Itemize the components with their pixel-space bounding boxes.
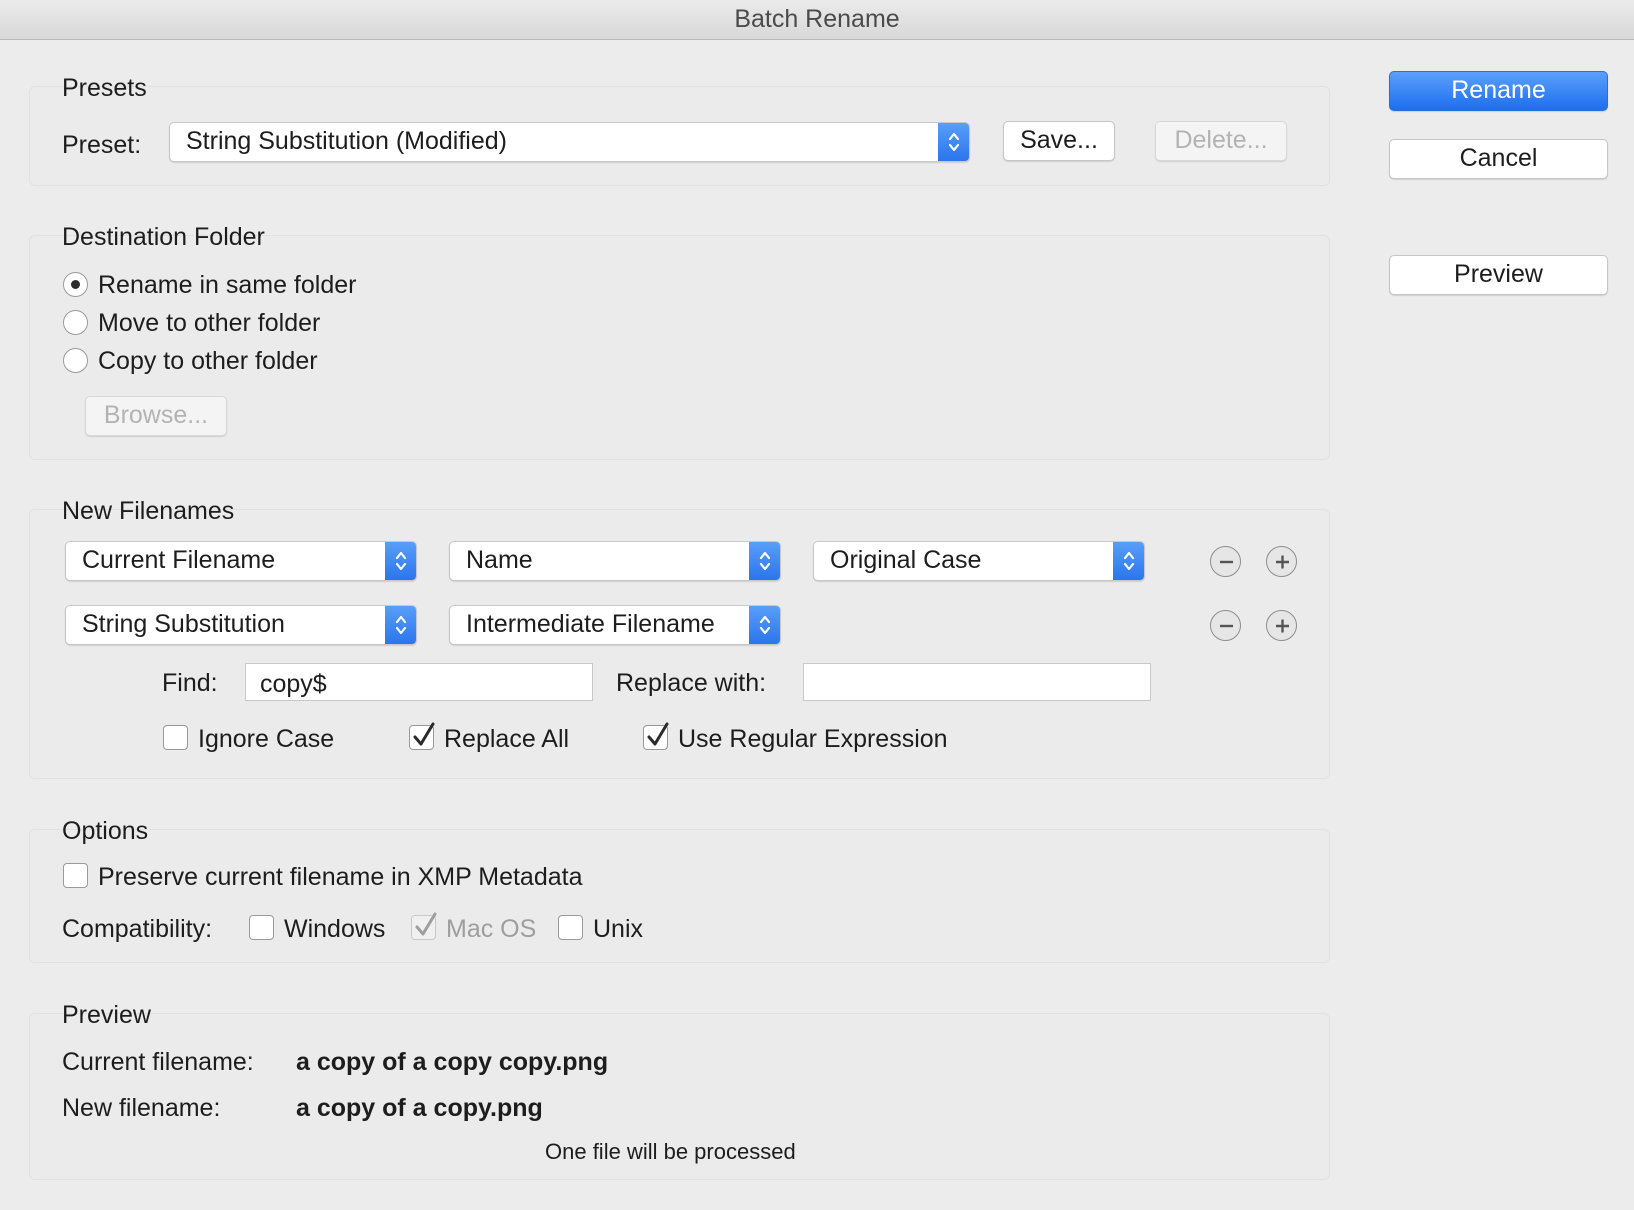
row1-plus-icon[interactable] [1266, 546, 1297, 577]
destination-title: Destination Folder [62, 223, 265, 251]
preset-select-value: String Substitution (Modified) [186, 127, 507, 155]
current-filename-label: Current filename: [62, 1048, 254, 1076]
ignore-case-checkbox[interactable] [163, 725, 188, 750]
macos-label: Mac OS [446, 915, 537, 943]
stepper-icon [749, 606, 780, 644]
unix-checkbox[interactable] [558, 915, 583, 940]
stepper-icon [385, 542, 416, 580]
checkmark-icon [413, 722, 435, 746]
windows-checkbox[interactable] [249, 915, 274, 940]
radio-rename-same-folder[interactable] [63, 272, 88, 297]
row1-name-value: Name [466, 546, 533, 574]
replace-all-label[interactable]: Replace All [444, 725, 569, 754]
row2-type-value: String Substitution [82, 610, 285, 638]
stepper-icon [385, 606, 416, 644]
row1-type-select[interactable]: Current Filename [65, 541, 417, 581]
replace-all-checkbox[interactable] [409, 722, 435, 750]
row1-case-value: Original Case [830, 546, 982, 574]
row1-name-select[interactable]: Name [449, 541, 781, 581]
options-title: Options [62, 817, 149, 845]
row2-source-value: Intermediate Filename [466, 610, 715, 638]
rename-button[interactable]: Rename [1389, 71, 1608, 111]
save-preset-button[interactable]: Save... [1003, 121, 1115, 161]
row1-minus-icon[interactable] [1210, 546, 1241, 577]
unix-label[interactable]: Unix [593, 915, 643, 944]
find-input[interactable]: copy$ [245, 663, 593, 701]
browse-button[interactable]: Browse... [85, 396, 227, 436]
preset-select[interactable]: String Substitution (Modified) [169, 122, 970, 162]
move-other-folder-label[interactable]: Move to other folder [98, 309, 320, 338]
replace-with-label: Replace with: [616, 669, 767, 697]
new-filename-label: New filename: [62, 1094, 221, 1122]
replace-with-input[interactable] [803, 663, 1151, 701]
preset-label: Preset: [62, 131, 142, 159]
macos-checkbox [411, 912, 437, 940]
checkmark-icon [415, 912, 437, 936]
rename-same-folder-label[interactable]: Rename in same folder [98, 271, 356, 300]
row1-case-select[interactable]: Original Case [813, 541, 1145, 581]
preserve-filename-label[interactable]: Preserve current filename in XMP Metadat… [98, 863, 583, 892]
compatibility-label: Compatibility: [62, 915, 213, 943]
copy-other-folder-label[interactable]: Copy to other folder [98, 347, 318, 376]
window-title: Batch Rename [0, 0, 1634, 40]
files-processed-status: One file will be processed [545, 1139, 796, 1164]
use-regex-checkbox[interactable] [643, 722, 669, 750]
cancel-button[interactable]: Cancel [1389, 139, 1608, 179]
new-filenames-title: New Filenames [62, 497, 235, 525]
stepper-icon [938, 123, 969, 161]
find-label: Find: [162, 669, 218, 697]
radio-copy-other-folder[interactable] [63, 348, 88, 373]
windows-label[interactable]: Windows [284, 915, 385, 944]
delete-preset-button[interactable]: Delete... [1155, 121, 1287, 161]
row1-type-value: Current Filename [82, 546, 276, 574]
options-group [29, 829, 1330, 963]
new-filename-value: a copy of a copy.png [296, 1094, 543, 1122]
preview-button[interactable]: Preview [1389, 255, 1608, 295]
row2-minus-icon[interactable] [1210, 610, 1241, 641]
stepper-icon [749, 542, 780, 580]
ignore-case-label[interactable]: Ignore Case [198, 725, 334, 754]
radio-move-other-folder[interactable] [63, 310, 88, 335]
use-regex-label[interactable]: Use Regular Expression [678, 725, 948, 754]
preserve-filename-checkbox[interactable] [63, 863, 88, 888]
stepper-icon [1113, 542, 1144, 580]
row2-type-select[interactable]: String Substitution [65, 605, 417, 645]
row2-source-select[interactable]: Intermediate Filename [449, 605, 781, 645]
preview-title: Preview [62, 1001, 151, 1029]
row2-plus-icon[interactable] [1266, 610, 1297, 641]
checkmark-icon [647, 722, 669, 746]
current-filename-value: a copy of a copy copy.png [296, 1048, 609, 1076]
presets-title: Presets [62, 74, 147, 102]
